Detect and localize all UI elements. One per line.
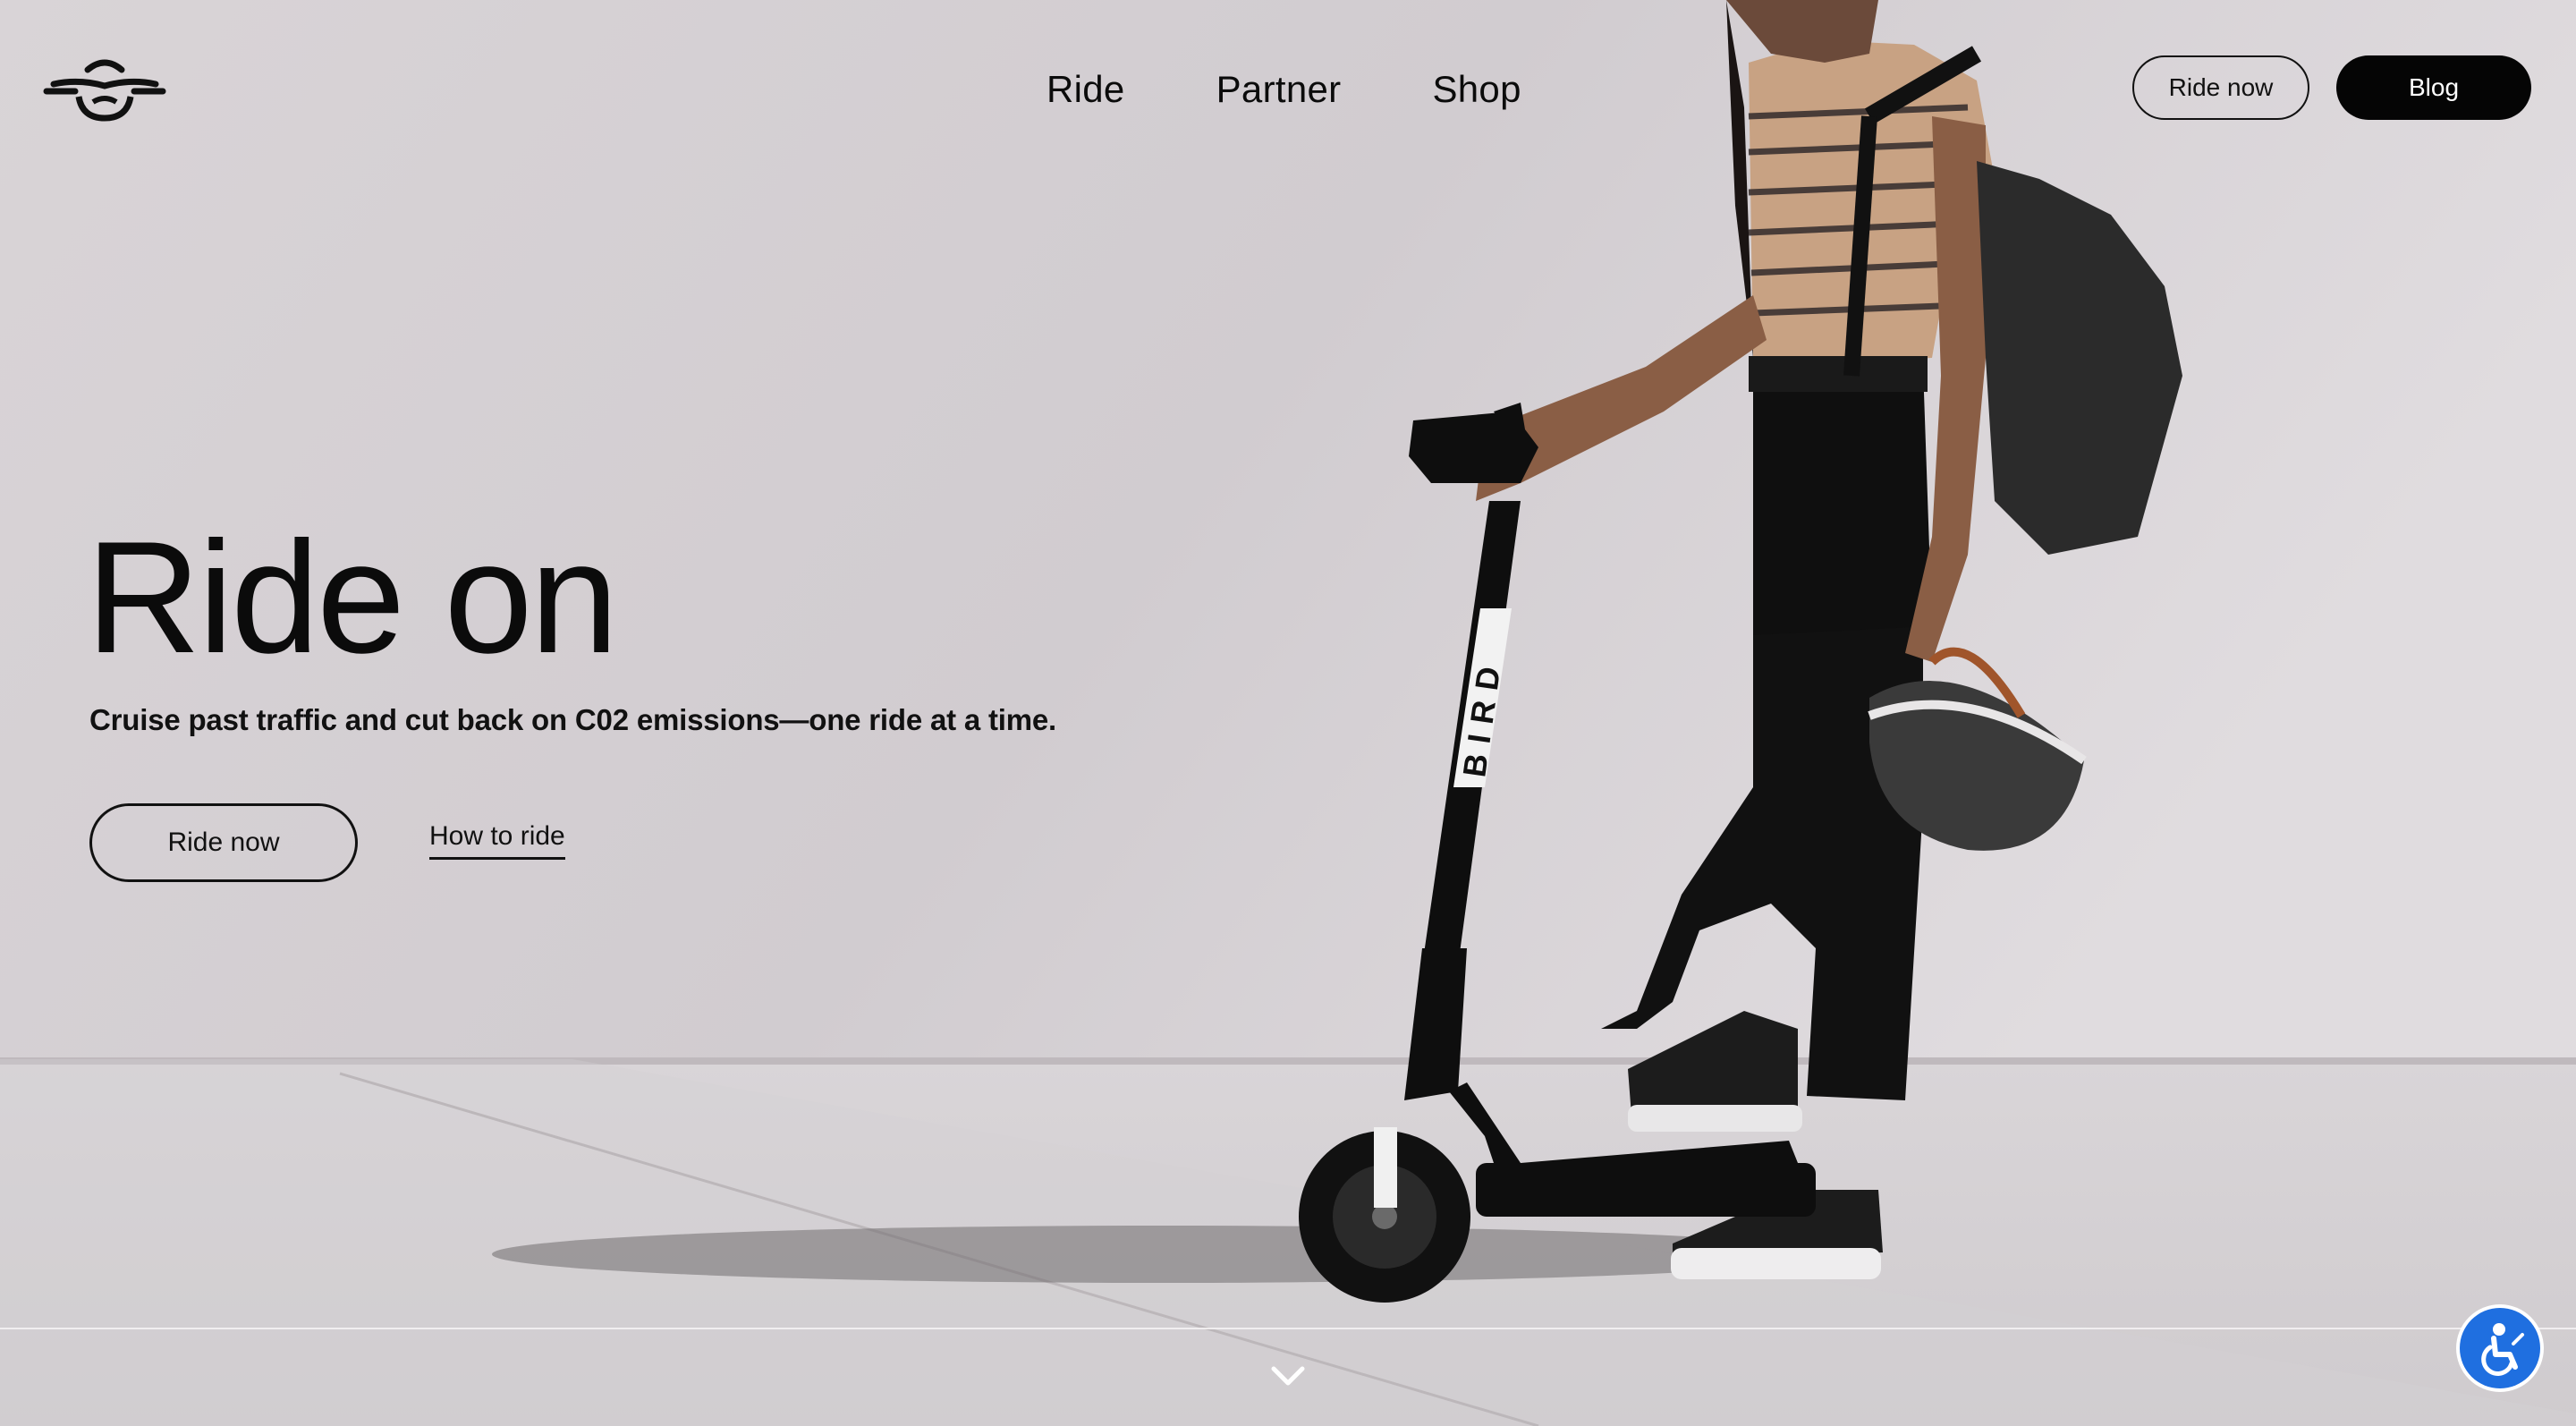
how-to-ride-link[interactable]: How to ride <box>429 821 565 860</box>
accessibility-icon <box>2481 1323 2524 1376</box>
hero-subtitle: Cruise past traffic and cut back on C02 … <box>89 703 1057 736</box>
hero-title: Ride on <box>86 508 619 686</box>
nav-item-partner[interactable]: Partner <box>1216 63 1342 116</box>
chevron-down-icon[interactable] <box>1268 1362 1308 1388</box>
hero-ride-now-button[interactable]: Ride now <box>89 803 358 882</box>
blog-button[interactable]: Blog <box>2336 55 2531 120</box>
bird-logo-icon[interactable] <box>43 52 166 123</box>
header-ride-now-button[interactable]: Ride now <box>2132 55 2309 120</box>
nav-item-shop[interactable]: Shop <box>1432 63 1521 116</box>
hero-divider <box>0 1328 2576 1329</box>
accessibility-button[interactable] <box>2460 1308 2540 1388</box>
main-nav: Ride Partner Shop <box>1046 63 1521 116</box>
nav-item-ride[interactable]: Ride <box>1046 63 1125 116</box>
